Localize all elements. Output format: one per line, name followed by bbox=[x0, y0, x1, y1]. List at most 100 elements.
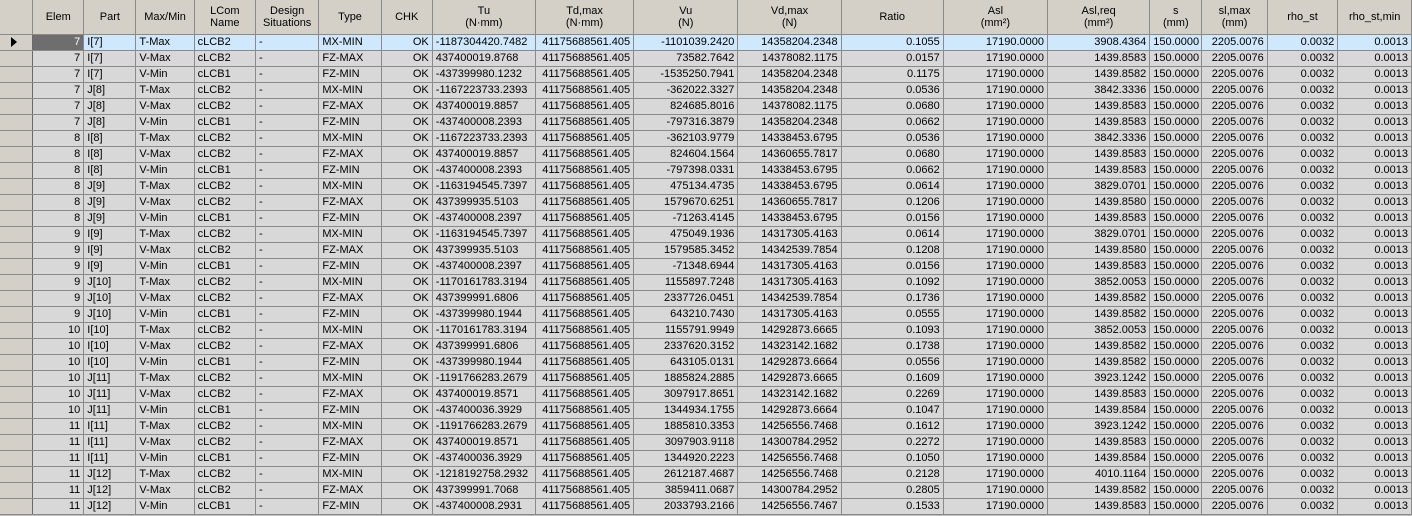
cell-elem[interactable]: 9 bbox=[32, 258, 85, 275]
cell-type[interactable]: FZ-MIN bbox=[318, 258, 382, 275]
cell-part[interactable]: J[9] bbox=[83, 194, 137, 211]
cell-aslreq[interactable]: 1439.8582 bbox=[1047, 290, 1151, 307]
cell-tu[interactable]: -437399980.1232 bbox=[432, 66, 537, 83]
table-row[interactable]: 10 I[10] V-Max cLCB2- FZ-MAX OK 437399991.6806… bbox=[0, 338, 1412, 355]
cell-design[interactable]: - bbox=[255, 386, 320, 403]
cell-asl[interactable]: 17190.0000 bbox=[943, 258, 1049, 275]
cell-ratio[interactable]: 0.0662 bbox=[841, 114, 944, 131]
cell-aslreq[interactable]: 3842.3336 bbox=[1047, 82, 1151, 99]
cell-ratio[interactable]: 0.2128 bbox=[841, 466, 944, 483]
cell-tdmax[interactable]: 41175688561.405 bbox=[535, 386, 635, 403]
column-header-part[interactable]: Part bbox=[83, 0, 137, 35]
cell-part[interactable]: J[8] bbox=[83, 98, 137, 115]
cell-slmax[interactable]: 2205.0076 bbox=[1201, 98, 1268, 115]
cell-elem[interactable]: 11 bbox=[32, 498, 85, 515]
cell-design[interactable]: - bbox=[255, 210, 320, 227]
row-selector[interactable] bbox=[0, 258, 34, 275]
cell-vu[interactable]: 3097917.8651 bbox=[633, 386, 739, 403]
cell-aslreq[interactable]: 1439.8580 bbox=[1047, 242, 1151, 259]
cell-vu[interactable]: 1885824.2885 bbox=[633, 370, 739, 387]
cell-rhostmin[interactable]: 0.0013 bbox=[1337, 338, 1412, 355]
cell-design[interactable]: - bbox=[255, 130, 320, 147]
cell-part[interactable]: J[12] bbox=[83, 466, 137, 483]
cell-rhost[interactable]: 0.0032 bbox=[1267, 114, 1339, 131]
cell-part[interactable]: J[10] bbox=[83, 290, 137, 307]
cell-rhostmin[interactable]: 0.0013 bbox=[1337, 322, 1412, 339]
cell-maxmin[interactable]: V-Min bbox=[135, 210, 195, 227]
cell-vu[interactable]: 2337620.3152 bbox=[633, 338, 739, 355]
cell-s[interactable]: 150.0000 bbox=[1149, 258, 1203, 275]
cell-lcom[interactable]: cLCB1 bbox=[194, 498, 256, 515]
cell-rhostmin[interactable]: 0.0013 bbox=[1337, 450, 1412, 467]
cell-vdmax[interactable]: 14360655.7817 bbox=[737, 194, 842, 211]
cell-slmax[interactable]: 2205.0076 bbox=[1201, 434, 1268, 451]
cell-s[interactable]: 150.0000 bbox=[1149, 98, 1203, 115]
cell-maxmin[interactable]: V-Max bbox=[135, 194, 195, 211]
cell-tu[interactable]: 437399935.5103 bbox=[432, 194, 537, 211]
cell-ratio[interactable]: 0.0680 bbox=[841, 146, 944, 163]
cell-tdmax[interactable]: 41175688561.405 bbox=[535, 34, 635, 51]
cell-tdmax[interactable]: 41175688561.405 bbox=[535, 466, 635, 483]
cell-tu[interactable]: 437400019.8857 bbox=[432, 98, 537, 115]
cell-vdmax[interactable]: 14300784.2952 bbox=[737, 482, 842, 499]
row-selector[interactable] bbox=[0, 434, 34, 451]
cell-part[interactable]: I[7] bbox=[83, 50, 137, 67]
cell-vu[interactable]: 1344934.1755 bbox=[633, 402, 739, 419]
cell-aslreq[interactable]: 1439.8583 bbox=[1047, 98, 1151, 115]
cell-lcom[interactable]: cLCB2 bbox=[194, 434, 256, 451]
column-header-vdmax[interactable]: Vd,max (N) bbox=[737, 0, 842, 35]
cell-chk[interactable]: OK bbox=[381, 402, 433, 419]
cell-rhost[interactable]: 0.0032 bbox=[1267, 466, 1339, 483]
cell-tdmax[interactable]: 41175688561.405 bbox=[535, 370, 635, 387]
table-row[interactable]: 10 I[10] V-Min cLCB1- FZ-MIN OK -437399980.194… bbox=[0, 354, 1412, 371]
cell-tu[interactable]: -1170161783.3194 bbox=[432, 322, 537, 339]
row-selector[interactable] bbox=[0, 162, 34, 179]
cell-design[interactable]: - bbox=[255, 274, 320, 291]
cell-design[interactable]: - bbox=[255, 482, 320, 499]
cell-tdmax[interactable]: 41175688561.405 bbox=[535, 418, 635, 435]
row-selector[interactable] bbox=[0, 370, 34, 387]
cell-part[interactable]: I[11] bbox=[83, 434, 137, 451]
cell-rhost[interactable]: 0.0032 bbox=[1267, 322, 1339, 339]
row-selector[interactable] bbox=[0, 210, 34, 227]
cell-rhostmin[interactable]: 0.0013 bbox=[1337, 402, 1412, 419]
cell-type[interactable]: FZ-MIN bbox=[318, 210, 382, 227]
table-row[interactable]: 8 J[9] T-Max cLCB2- MX-MIN OK -1163194545.7397… bbox=[0, 178, 1412, 195]
cell-vdmax[interactable]: 14256556.7468 bbox=[737, 466, 842, 483]
cell-part[interactable]: J[8] bbox=[83, 114, 137, 131]
cell-maxmin[interactable]: V-Min bbox=[135, 114, 195, 131]
cell-chk[interactable]: OK bbox=[381, 146, 433, 163]
cell-type[interactable]: FZ-MIN bbox=[318, 450, 382, 467]
cell-ratio[interactable]: 0.1208 bbox=[841, 242, 944, 259]
cell-s[interactable]: 150.0000 bbox=[1149, 146, 1203, 163]
cell-s[interactable]: 150.0000 bbox=[1149, 370, 1203, 387]
cell-type[interactable]: MX-MIN bbox=[318, 34, 382, 51]
cell-s[interactable]: 150.0000 bbox=[1149, 178, 1203, 195]
table-row[interactable]: 9 J[10] V-Max cLCB2- FZ-MAX OK 437399991.6806 4… bbox=[0, 290, 1412, 307]
cell-tdmax[interactable]: 41175688561.405 bbox=[535, 50, 635, 67]
cell-tu[interactable]: -1191766283.2679 bbox=[432, 418, 537, 435]
cell-rhost[interactable]: 0.0032 bbox=[1267, 226, 1339, 243]
cell-lcom[interactable]: cLCB2 bbox=[194, 130, 256, 147]
cell-rhost[interactable]: 0.0032 bbox=[1267, 98, 1339, 115]
cell-aslreq[interactable]: 1439.8583 bbox=[1047, 386, 1151, 403]
cell-design[interactable]: - bbox=[255, 194, 320, 211]
cell-part[interactable]: J[12] bbox=[83, 498, 137, 515]
column-header-tu[interactable]: Tu (N·mm) bbox=[432, 0, 537, 35]
cell-vu[interactable]: -1101039.2420 bbox=[633, 34, 739, 51]
row-selector[interactable] bbox=[0, 274, 34, 291]
row-selector[interactable] bbox=[0, 386, 34, 403]
cell-s[interactable]: 150.0000 bbox=[1149, 386, 1203, 403]
cell-rhost[interactable]: 0.0032 bbox=[1267, 82, 1339, 99]
cell-type[interactable]: MX-MIN bbox=[318, 322, 382, 339]
row-selector[interactable] bbox=[0, 338, 34, 355]
cell-aslreq[interactable]: 3829.0701 bbox=[1047, 226, 1151, 243]
row-selector[interactable] bbox=[0, 114, 34, 131]
cell-vdmax[interactable]: 14317305.4163 bbox=[737, 306, 842, 323]
column-header-type[interactable]: Type bbox=[318, 0, 382, 35]
cell-chk[interactable]: OK bbox=[381, 82, 433, 99]
cell-vu[interactable]: -362022.3327 bbox=[633, 82, 739, 99]
cell-lcom[interactable]: cLCB1 bbox=[194, 114, 256, 131]
cell-vu[interactable]: -1535250.7941 bbox=[633, 66, 739, 83]
cell-chk[interactable]: OK bbox=[381, 354, 433, 371]
